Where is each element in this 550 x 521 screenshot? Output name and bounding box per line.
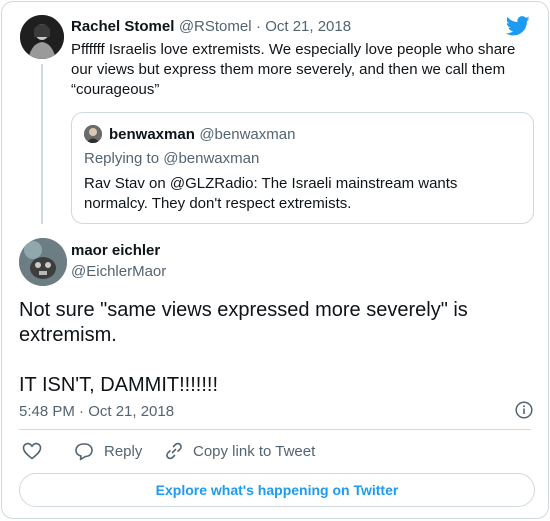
tweet-embed-card: Rachel Stomel @RStomel · Oct 21, 2018 Pf… bbox=[1, 1, 549, 519]
reply-button[interactable]: Reply bbox=[74, 442, 142, 461]
thread-connector-line bbox=[41, 64, 43, 224]
parent-author-handle[interactable]: @RStomel bbox=[179, 18, 252, 35]
benwaxman-avatar bbox=[84, 125, 102, 143]
reply-bubble-icon bbox=[75, 443, 93, 461]
explore-twitter-button[interactable]: Explore what's happening on Twitter bbox=[19, 473, 535, 507]
inner-quote-card[interactable]: benwaxman @benwaxman Replying to @benwax… bbox=[71, 112, 534, 224]
heart-icon bbox=[22, 442, 42, 460]
tweet-timestamp[interactable]: 5:48 PM · Oct 21, 2018 bbox=[19, 403, 174, 420]
parent-tweet-text: Pffffff Israelis love extremists. We esp… bbox=[71, 41, 516, 98]
main-tweet-line-2: IT ISN'T, DAMMIT!!!!!!! bbox=[19, 374, 219, 396]
copy-link-button[interactable]: Copy link to Tweet bbox=[165, 442, 315, 460]
parent-date[interactable]: · Oct 21, 2018 bbox=[256, 18, 351, 35]
parent-author-name[interactable]: Rachel Stomel bbox=[71, 18, 174, 35]
actions-divider bbox=[19, 429, 531, 430]
twitter-bird-icon[interactable] bbox=[506, 16, 530, 36]
main-author-name[interactable]: maor eichler bbox=[71, 242, 160, 259]
like-button[interactable] bbox=[22, 442, 52, 460]
link-icon bbox=[166, 442, 182, 460]
main-tweet-text: Not sure "same views expressed more seve… bbox=[19, 298, 519, 398]
rachel-avatar[interactable] bbox=[20, 15, 64, 59]
reply-label: Reply bbox=[104, 443, 143, 460]
main-author-handle[interactable]: @EichlerMaor bbox=[71, 263, 166, 280]
inner-quote-header: benwaxman @benwaxman bbox=[109, 126, 295, 144]
inner-quote-text: Rav Stav on @GLZRadio: The Israeli mains… bbox=[84, 175, 458, 212]
inner-author-name: benwaxman bbox=[109, 126, 195, 143]
info-icon[interactable] bbox=[515, 401, 533, 419]
maor-avatar[interactable] bbox=[19, 238, 67, 286]
replying-to-label: Replying to @benwaxman bbox=[84, 150, 260, 167]
copy-link-label: Copy link to Tweet bbox=[193, 442, 316, 460]
main-tweet-line-1: Not sure "same views expressed more seve… bbox=[19, 299, 468, 346]
inner-author-handle: @benwaxman bbox=[199, 126, 296, 143]
parent-tweet-header: Rachel Stomel @RStomel · Oct 21, 2018 bbox=[71, 18, 351, 36]
